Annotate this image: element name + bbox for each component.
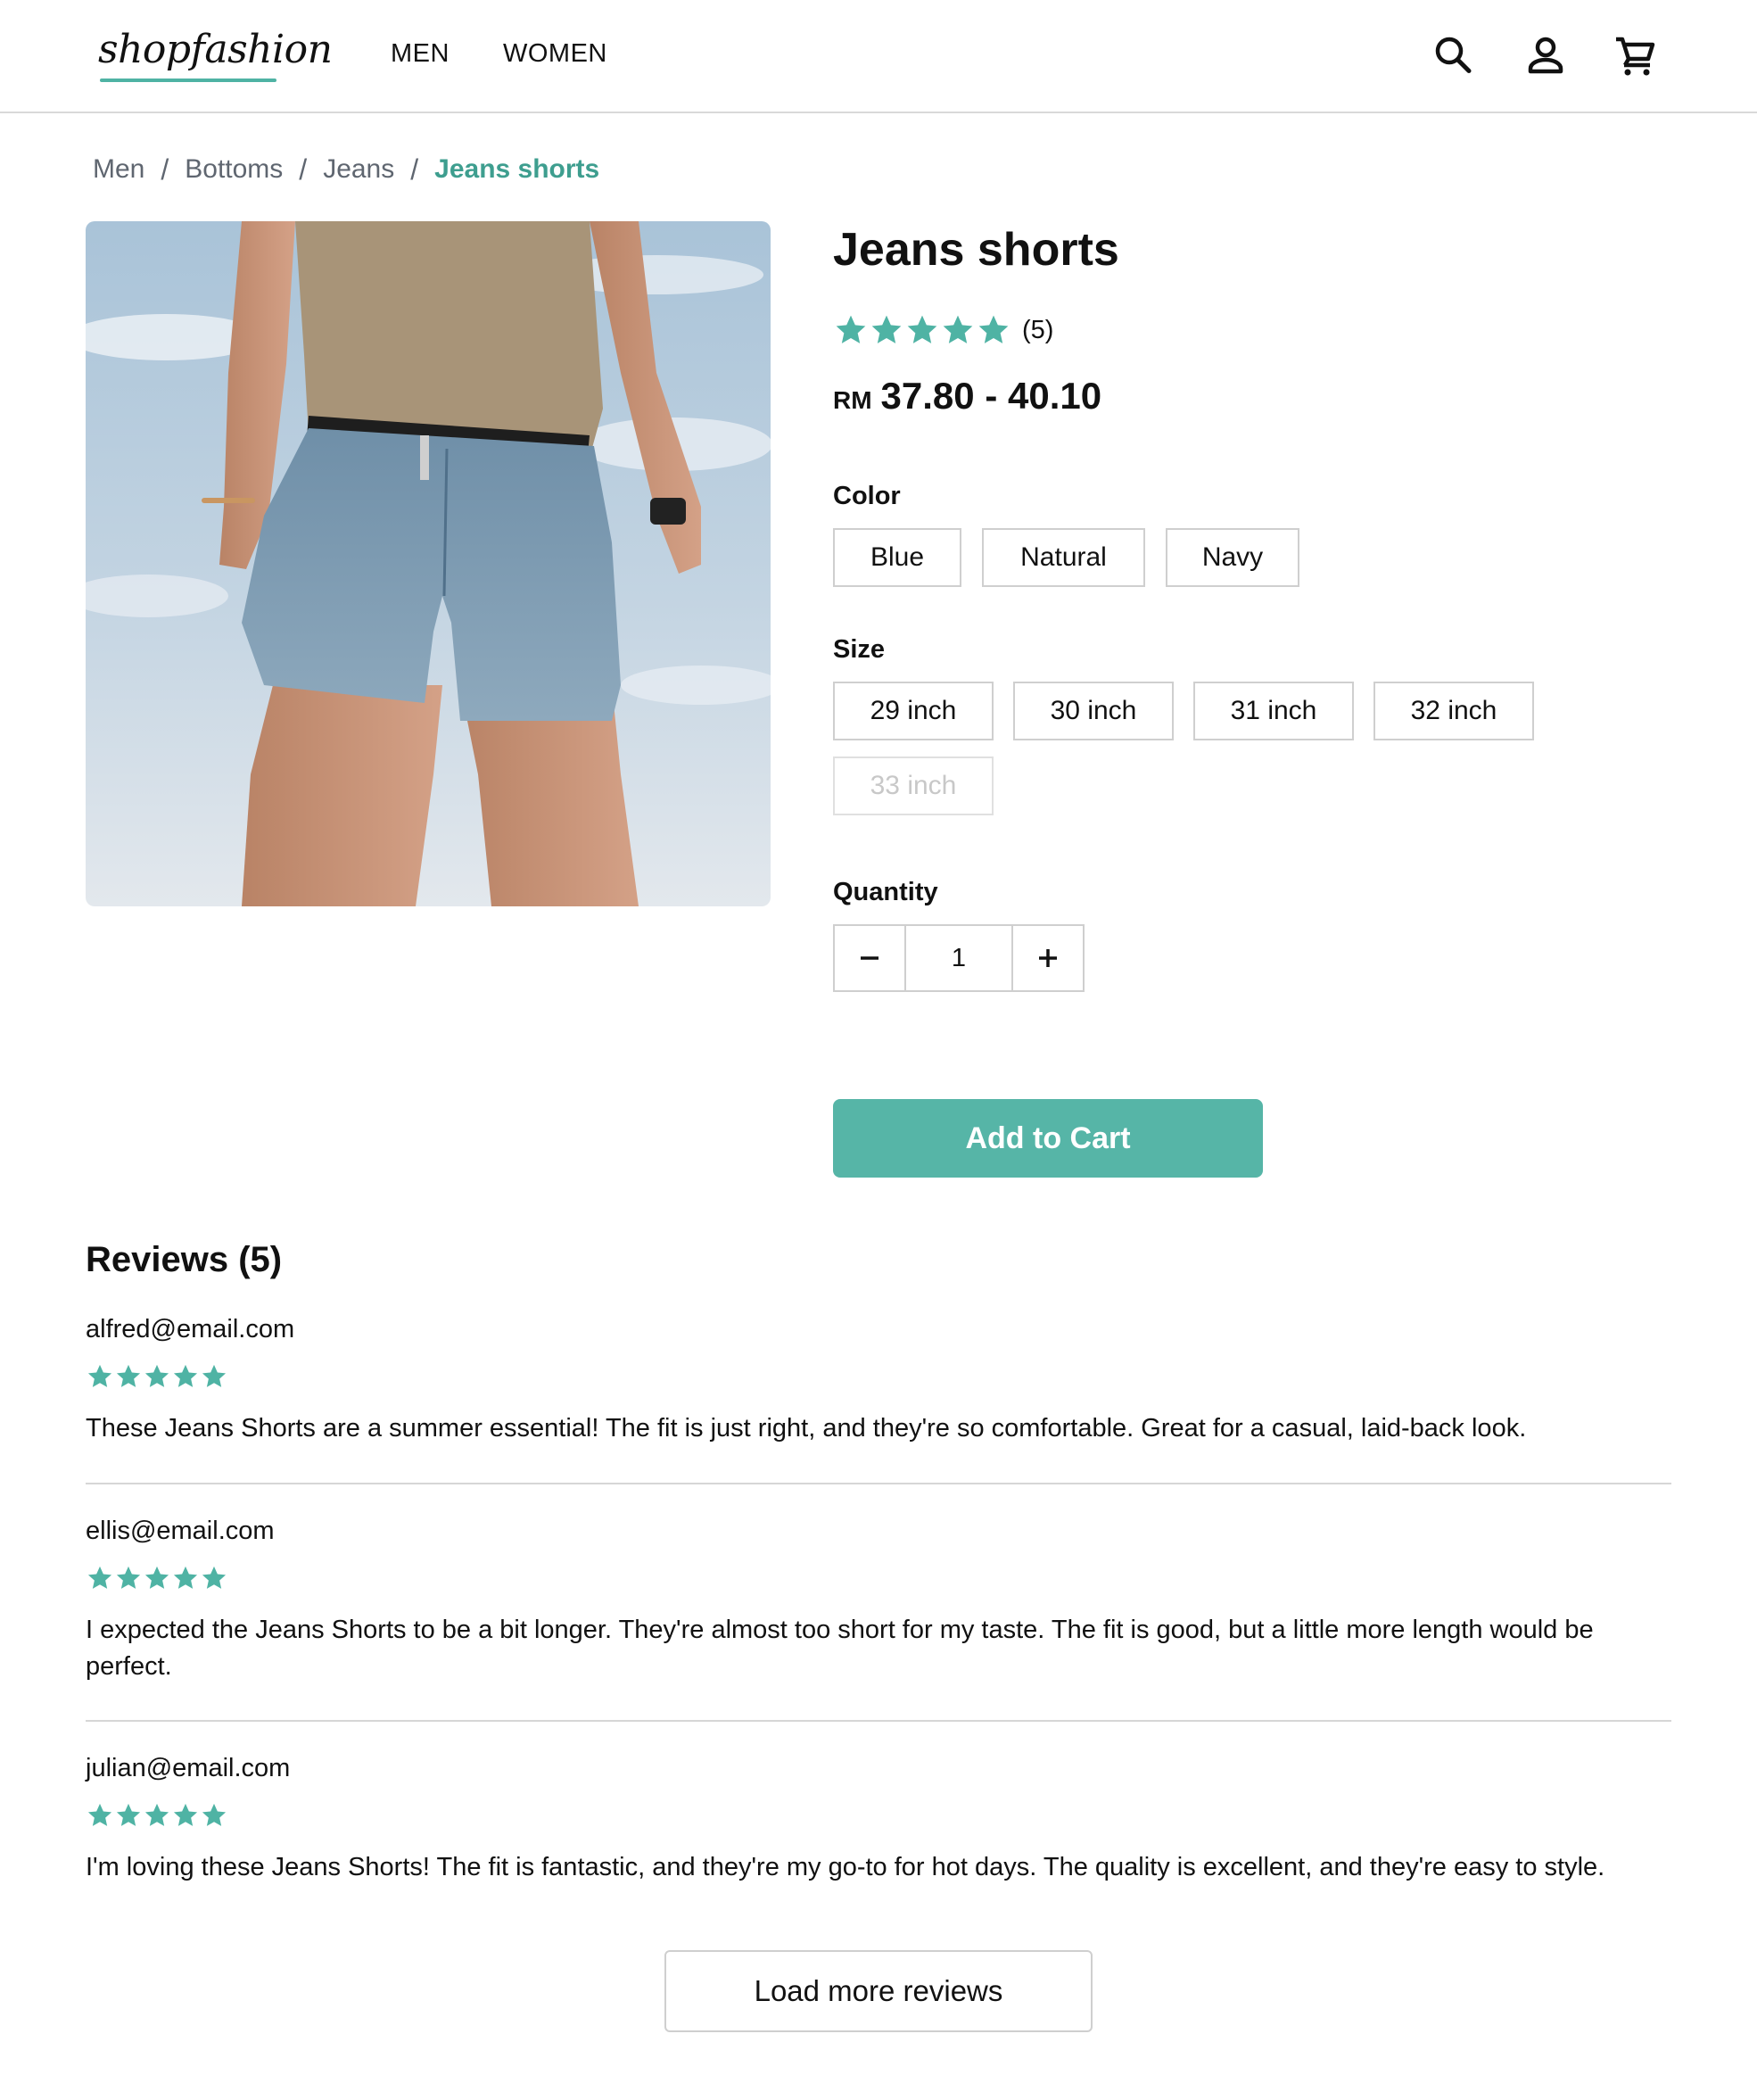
color-option-natural[interactable]: Natural [982,528,1145,587]
star-icon [976,312,1011,348]
review-email: julian@email.com [86,1754,291,1782]
product-price: RM 37.80 - 40.10 [833,375,1101,418]
size-label: Size [833,635,886,664]
review-stars [86,1362,1671,1391]
breadcrumb-current: Jeans shorts [434,154,600,184]
review-stars [86,1564,1671,1592]
review-email: ellis@email.com [86,1517,275,1545]
review-divider [86,1483,1671,1484]
breadcrumb-jeans[interactable]: Jeans [323,154,394,185]
plus-icon [1039,949,1057,967]
nav-men[interactable]: MEN [391,39,450,69]
review-email: alfred@email.com [86,1315,295,1344]
breadcrumb-bottoms[interactable]: Bottoms [185,154,283,185]
star-icon [200,1564,228,1592]
quantity-input[interactable]: 1 [904,926,1013,990]
product-rating: (5) [833,312,1053,348]
review-item: alfred@email.com These Jeans Shorts are … [86,1315,1671,1447]
decrement-button[interactable] [835,926,904,990]
logo[interactable]: shopfashion [98,27,333,72]
color-label: Color [833,482,901,510]
user-icon[interactable] [1522,32,1569,79]
site-header: shopfashion MEN WOMEN [0,0,1757,113]
cart-icon[interactable] [1613,32,1659,79]
star-icon [869,312,904,348]
review-stars [86,1801,1671,1830]
price-currency: RM [833,386,872,414]
star-icon [86,1801,114,1830]
logo-underline [100,79,276,82]
star-icon [904,312,940,348]
star-icon [114,1564,143,1592]
quantity-stepper: 1 [833,924,1085,992]
increment-button[interactable] [1013,926,1083,990]
star-icon [143,1564,171,1592]
review-item: julian@email.com I'm loving these Jeans … [86,1754,1671,1886]
review-divider [86,1720,1671,1722]
star-icon [86,1564,114,1592]
star-icon [114,1362,143,1391]
review-text: I expected the Jeans Shorts to be a bit … [86,1616,1594,1681]
search-icon[interactable] [1430,32,1476,79]
size-option-33: 33 inch [833,756,994,815]
product-title: Jeans shorts [833,224,1119,276]
quantity-label: Quantity [833,878,938,906]
star-icon [143,1362,171,1391]
breadcrumb: Men / Bottoms / Jeans / Jeans shorts [93,152,599,187]
star-icon [143,1801,171,1830]
nav-women[interactable]: WOMEN [503,39,607,69]
reviews-title: Reviews (5) [86,1240,283,1279]
minus-icon [861,956,878,960]
rating-count[interactable]: (5) [1022,316,1053,345]
star-icon [114,1801,143,1830]
load-more-reviews-button[interactable]: Load more reviews [664,1950,1093,2032]
star-icon [940,312,976,348]
star-icon [171,1362,200,1391]
review-text: I'm loving these Jeans Shorts! The fit i… [86,1853,1605,1881]
breadcrumb-separator: / [299,153,308,186]
breadcrumb-separator: / [410,153,419,186]
star-icon [833,312,869,348]
size-option-32[interactable]: 32 inch [1373,682,1534,740]
price-value: 37.80 - 40.10 [880,375,1102,417]
review-item: ellis@email.com I expected the Jeans Sho… [86,1517,1671,1685]
star-icon [200,1801,228,1830]
size-option-30[interactable]: 30 inch [1013,682,1174,740]
size-option-29[interactable]: 29 inch [833,682,994,740]
star-icon [171,1801,200,1830]
star-icon [200,1362,228,1391]
star-icon [86,1362,114,1391]
breadcrumb-men[interactable]: Men [93,154,144,185]
add-to-cart-button[interactable]: Add to Cart [833,1099,1263,1178]
size-option-31[interactable]: 31 inch [1193,682,1354,740]
breadcrumb-separator: / [161,153,169,186]
color-option-navy[interactable]: Navy [1166,528,1299,587]
review-text: These Jeans Shorts are a summer essentia… [86,1414,1527,1443]
color-option-blue[interactable]: Blue [833,528,961,587]
star-icon [171,1564,200,1592]
product-image[interactable] [86,221,771,906]
